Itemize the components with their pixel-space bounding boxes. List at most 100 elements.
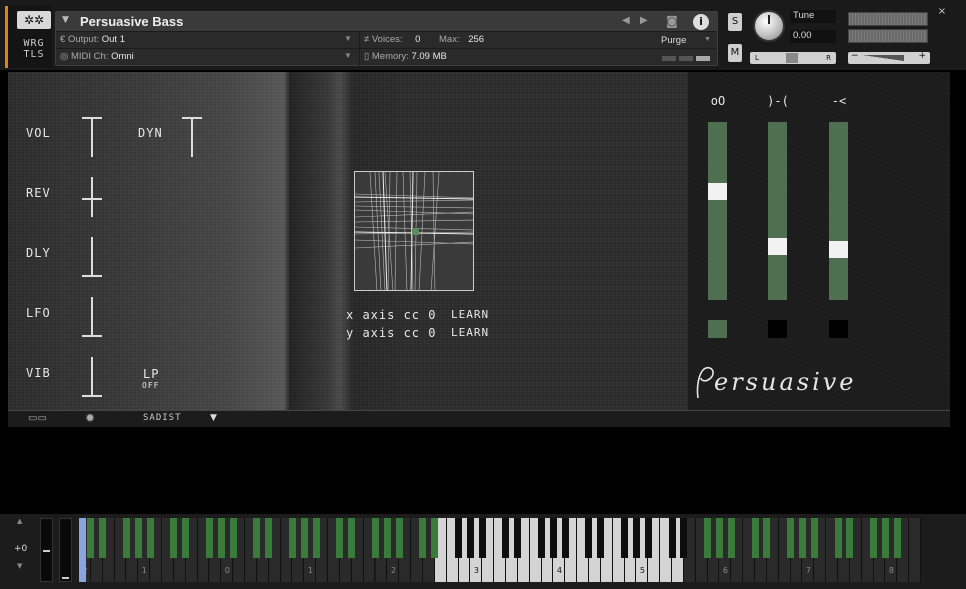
purge-button[interactable]: Purge ▼ — [661, 35, 711, 49]
piano-black-key[interactable] — [751, 518, 759, 558]
piano-black-key[interactable] — [502, 518, 510, 558]
gear-icon[interactable]: ✲✲ — [17, 11, 51, 29]
piano-black-key[interactable] — [810, 518, 818, 558]
piano-black-key[interactable] — [300, 518, 308, 558]
piano-black-key[interactable] — [122, 518, 130, 558]
piano-black-key[interactable] — [834, 518, 842, 558]
dyn-slider-handle[interactable] — [182, 117, 202, 119]
xy-pad[interactable] — [354, 171, 474, 291]
piano-black-key[interactable] — [229, 518, 237, 558]
output-dropdown-icon[interactable]: ▼ — [344, 34, 352, 43]
piano-black-key[interactable] — [182, 518, 190, 558]
piano-black-key[interactable] — [288, 518, 296, 558]
y-axis-learn-button[interactable]: LEARN — [451, 326, 489, 339]
piano-black-key[interactable] — [846, 518, 854, 558]
piano-black-key[interactable] — [253, 518, 261, 558]
mixer-channel-toggle[interactable] — [829, 320, 848, 338]
mixer-channel-toggle[interactable] — [768, 320, 787, 338]
lp-state[interactable]: OFF — [142, 381, 159, 390]
piano-black-key[interactable] — [621, 518, 629, 558]
x-axis-cc-value[interactable]: 0 — [428, 308, 436, 322]
piano-black-key[interactable] — [632, 518, 640, 558]
mixer-fader[interactable] — [768, 122, 787, 300]
info-icon[interactable]: i — [693, 14, 709, 30]
piano-black-key[interactable] — [348, 518, 356, 558]
close-button[interactable]: × — [936, 6, 948, 18]
piano-black-key[interactable] — [787, 518, 795, 558]
piano-black-key[interactable] — [265, 518, 273, 558]
pitch-wheel[interactable] — [40, 518, 53, 582]
piano-black-key[interactable] — [395, 518, 403, 558]
piano-black-key[interactable] — [383, 518, 391, 558]
mixer-channel-toggle[interactable] — [708, 320, 727, 338]
piano-white-key[interactable] — [909, 518, 922, 582]
next-instrument-icon[interactable]: ▶ — [640, 15, 648, 26]
piano-black-key[interactable] — [336, 518, 344, 558]
mixer-fader-thumb[interactable] — [708, 183, 727, 200]
vib-slider[interactable] — [82, 357, 102, 397]
x-axis-learn-button[interactable]: LEARN — [451, 308, 489, 321]
solo-button[interactable]: S — [728, 13, 742, 31]
preset-name[interactable]: SADIST — [143, 413, 182, 423]
rev-slider-handle[interactable] — [82, 198, 102, 200]
tune-knob[interactable] — [753, 10, 785, 42]
lp-label[interactable]: LP — [143, 367, 159, 381]
piano-black-key[interactable] — [870, 518, 878, 558]
vol-slider[interactable] — [82, 117, 102, 157]
octave-up-icon[interactable]: ▲ — [17, 517, 22, 525]
mixer-fader[interactable] — [708, 122, 727, 300]
piano-black-key[interactable] — [87, 518, 95, 558]
rev-slider[interactable] — [82, 177, 102, 217]
mixer-fader[interactable] — [829, 122, 848, 300]
book-icon[interactable]: ▭▭ — [28, 413, 47, 424]
piano-black-key[interactable] — [798, 518, 806, 558]
piano-black-key[interactable] — [727, 518, 735, 558]
octave-down-icon[interactable]: ▼ — [17, 562, 22, 570]
mixer-fader-thumb[interactable] — [829, 241, 848, 258]
pan-handle[interactable] — [786, 53, 798, 63]
dly-slider[interactable] — [82, 237, 102, 277]
mute-button[interactable]: M — [728, 44, 742, 62]
piano-black-key[interactable] — [644, 518, 652, 558]
piano-black-key[interactable] — [561, 518, 569, 558]
piano-black-key[interactable] — [585, 518, 593, 558]
volume-slider[interactable]: − + — [848, 51, 930, 64]
dyn-slider[interactable] — [182, 117, 202, 157]
piano-black-key[interactable] — [514, 518, 522, 558]
piano-black-key[interactable] — [466, 518, 474, 558]
piano-black-key[interactable] — [431, 518, 439, 558]
piano-black-key[interactable] — [478, 518, 486, 558]
piano-black-key[interactable] — [170, 518, 178, 558]
piano-black-key[interactable] — [597, 518, 605, 558]
midi-dropdown-icon[interactable]: ▼ — [344, 51, 352, 60]
piano-black-key[interactable] — [704, 518, 712, 558]
piano-black-key[interactable] — [99, 518, 107, 558]
collapse-caret-icon[interactable]: ▼ — [62, 15, 69, 25]
vib-slider-handle[interactable] — [82, 395, 102, 397]
vol-slider-handle[interactable] — [82, 117, 102, 119]
y-axis-cc-value[interactable]: 0 — [428, 326, 436, 340]
lfo-slider-handle[interactable] — [82, 335, 102, 337]
piano-black-key[interactable] — [538, 518, 546, 558]
piano-black-key[interactable] — [205, 518, 213, 558]
piano-black-key[interactable] — [146, 518, 154, 558]
lfo-slider[interactable] — [82, 297, 102, 337]
piano-black-key[interactable] — [372, 518, 379, 558]
piano-black-key[interactable] — [455, 518, 463, 558]
piano-black-key[interactable] — [680, 518, 688, 558]
piano-black-key[interactable] — [893, 518, 901, 558]
piano-black-key[interactable] — [312, 518, 320, 558]
preset-dropdown-icon[interactable]: ▼ — [210, 413, 217, 423]
dly-slider-handle[interactable] — [82, 275, 102, 277]
piano-black-key[interactable] — [763, 518, 771, 558]
output-selector[interactable]: € Output: Out 1 — [60, 34, 125, 45]
pan-slider[interactable]: L R — [750, 52, 836, 64]
snapshot-camera-icon[interactable]: ◙ — [661, 14, 683, 30]
library-logo[interactable]: ✲✲ WRG TLS — [5, 6, 52, 68]
piano-black-key[interactable] — [549, 518, 557, 558]
max-voices[interactable]: Max: 256 — [439, 34, 484, 45]
piano-black-key[interactable] — [217, 518, 225, 558]
piano-black-key[interactable] — [134, 518, 142, 558]
settings-gear-icon[interactable]: ✹ — [85, 411, 95, 425]
mod-wheel[interactable] — [59, 518, 72, 582]
